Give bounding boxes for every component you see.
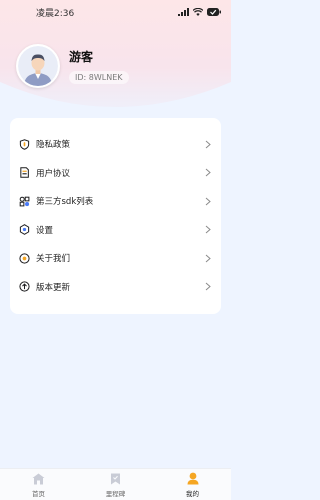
chevron-right-icon [203, 282, 213, 292]
menu-item-about-us[interactable]: 关于我们 [18, 244, 213, 273]
menu-item-settings[interactable]: 设置 [18, 216, 213, 245]
avatar[interactable] [16, 44, 60, 88]
menu-item-user-agreement[interactable]: 用户协议 [18, 159, 213, 188]
chevron-right-icon [203, 253, 213, 263]
info-circle-icon [18, 252, 30, 264]
shield-icon [18, 138, 30, 150]
settings-icon [18, 224, 30, 236]
tab-home[interactable]: 首页 [9, 472, 69, 498]
menu-item-label: 第三方sdk列表 [36, 197, 94, 208]
user-id: ID: 8WLNEK [69, 71, 129, 84]
wifi-icon [193, 8, 203, 16]
tab-label: 里程碑 [105, 489, 126, 498]
tab-label: 我的 [186, 489, 199, 498]
menu-item-label: 版本更新 [36, 282, 71, 293]
document-icon [18, 167, 30, 179]
menu-item-label: 用户协议 [36, 168, 71, 179]
status-bar: 凌晨2:36 [0, 0, 231, 24]
sdk-icon [18, 195, 30, 207]
home-icon [32, 472, 46, 486]
chevron-right-icon [203, 139, 213, 149]
chevron-right-icon [203, 196, 213, 206]
status-time: 凌晨2:36 [36, 8, 75, 19]
tab-label: 首页 [32, 489, 45, 498]
profile-section[interactable]: 游客 ID: 8WLNEK [16, 44, 129, 88]
user-name: 游客 [69, 50, 94, 64]
header-curve [0, 82, 231, 122]
menu-item-label: 隐私政策 [36, 140, 71, 151]
signal-icon [178, 8, 189, 16]
chevron-right-icon [203, 168, 213, 178]
menu-card: 隐私政策 用户协议 第三方sdk列表 设置 关于我们 版本更新 [10, 118, 221, 314]
bottom-tab-bar: 首页 里程碑 我的 [0, 468, 231, 500]
chevron-right-icon [203, 225, 213, 235]
menu-item-privacy-policy[interactable]: 隐私政策 [18, 130, 213, 159]
menu-item-label: 关于我们 [36, 254, 71, 265]
bookmark-icon [109, 472, 123, 486]
battery-icon [207, 8, 221, 16]
tab-milestone[interactable]: 里程碑 [86, 472, 146, 498]
status-icons [178, 8, 221, 16]
tab-mine[interactable]: 我的 [163, 472, 223, 498]
avatar-person-icon [18, 46, 58, 86]
profile-text: 游客 ID: 8WLNEK [69, 48, 129, 84]
menu-item-label: 设置 [36, 225, 54, 236]
upgrade-icon [18, 281, 30, 293]
menu-item-third-party-sdk[interactable]: 第三方sdk列表 [18, 187, 213, 216]
user-icon [186, 472, 200, 486]
menu-item-version-update[interactable]: 版本更新 [18, 273, 213, 302]
